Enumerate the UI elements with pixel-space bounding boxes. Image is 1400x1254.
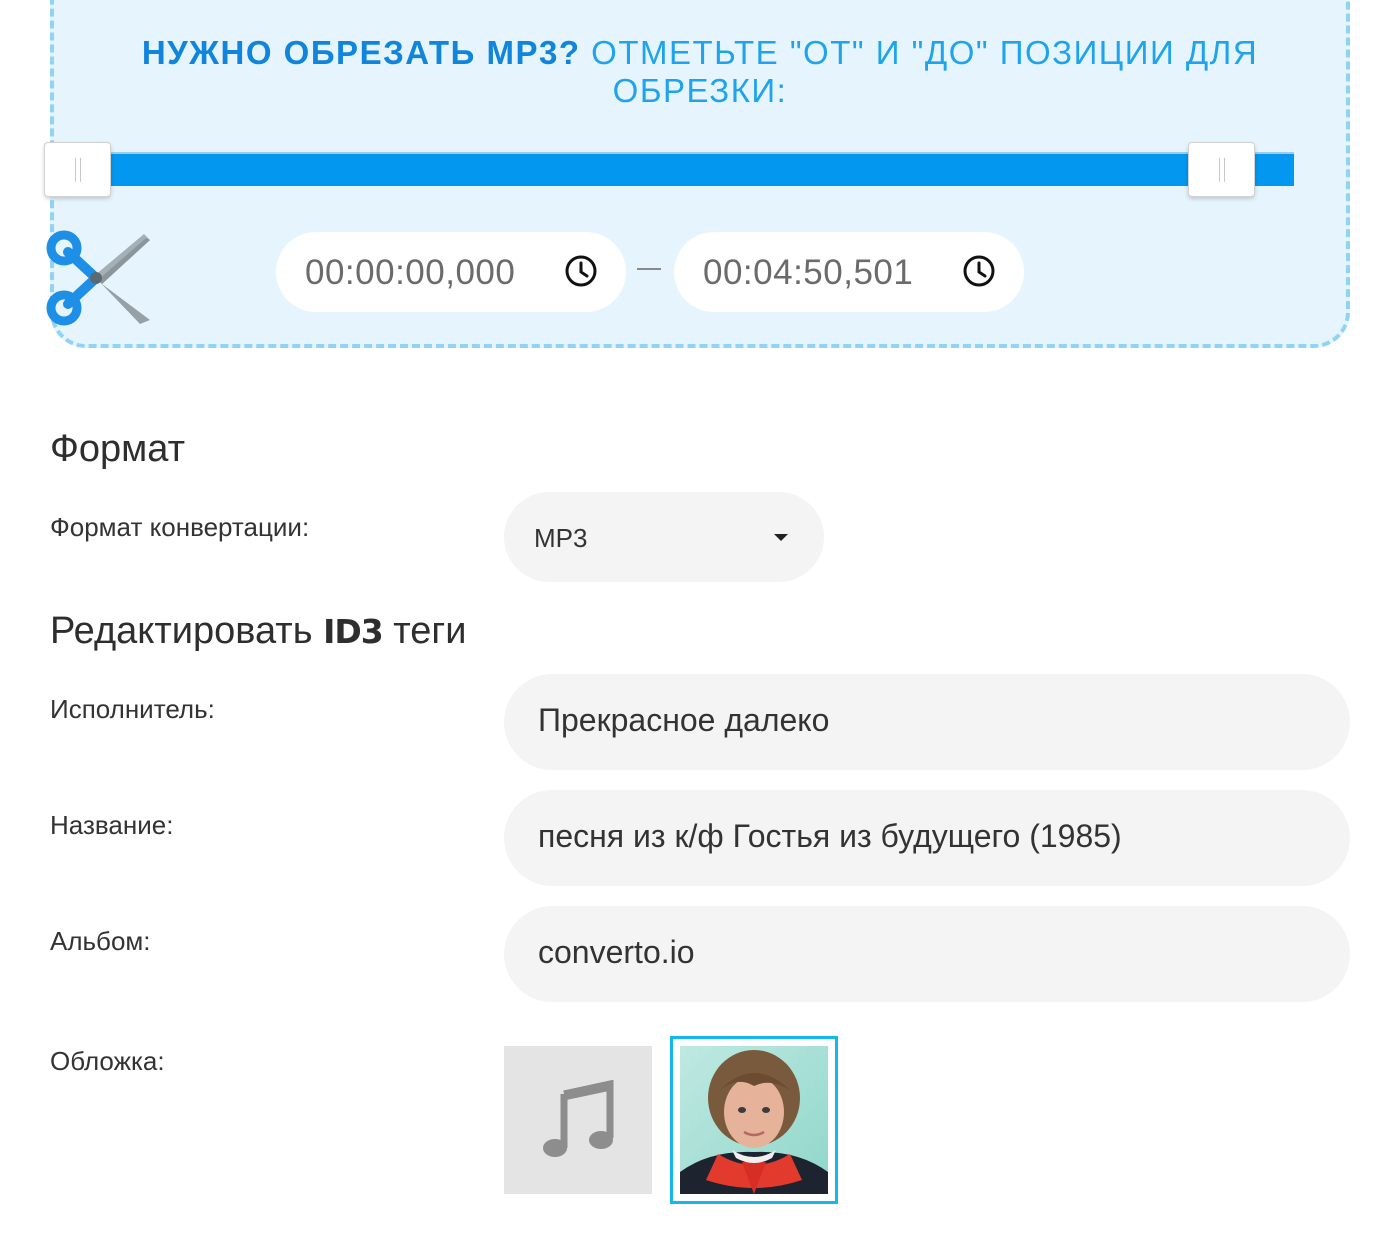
clock-icon[interactable] <box>962 254 996 288</box>
trim-range-track[interactable] <box>104 152 1294 186</box>
trim-start-handle[interactable] <box>44 142 111 197</box>
clock-icon[interactable] <box>564 254 598 288</box>
title-value: песня из к/ф Гостья из будущего (1985) <box>538 818 1122 854</box>
music-note-icon <box>543 1080 614 1157</box>
album-value: converto.io <box>538 934 695 970</box>
id3-title-after: теги <box>393 610 467 652</box>
format-select-value: MP3 <box>534 523 588 553</box>
cover-option-photo[interactable] <box>670 1036 838 1204</box>
format-label: Формат конвертации: <box>50 512 310 542</box>
trim-title-rest: ОТМЕТЬТЕ "ОТ" И "ДО" ПОЗИЦИИ ДЛЯ ОБРЕЗКИ… <box>591 34 1259 109</box>
artist-field[interactable]: Прекрасное далеко <box>504 674 1350 770</box>
trim-to-value: 00:04:50,501 <box>703 253 914 292</box>
title-label: Название: <box>50 810 174 840</box>
title-field[interactable]: песня из к/ф Гостья из будущего (1985) <box>504 790 1350 886</box>
cover-photo-image <box>680 1046 828 1194</box>
cover-option-default[interactable] <box>504 1046 652 1194</box>
id3-title-bold: ID3 <box>323 612 384 651</box>
trim-from-input[interactable]: 00:00:00,000 <box>276 232 626 312</box>
trim-end-handle[interactable] <box>1188 142 1255 197</box>
id3-section-title: Редактировать ID3 теги <box>50 610 466 653</box>
trim-to-input[interactable]: 00:04:50,501 <box>674 232 1024 312</box>
format-select[interactable]: MP3 <box>504 492 824 582</box>
scissors-icon <box>46 230 150 326</box>
caret-down-icon <box>774 534 788 541</box>
artist-value: Прекрасное далеко <box>538 702 830 738</box>
album-field[interactable]: converto.io <box>504 906 1350 1002</box>
format-section-title: Формат <box>50 428 185 470</box>
trim-title-strong: НУЖНО ОБРЕЗАТЬ MP3? <box>141 34 581 71</box>
album-label: Альбом: <box>50 926 151 956</box>
id3-title-before: Редактировать <box>50 610 313 652</box>
trim-from-value: 00:00:00,000 <box>305 253 516 292</box>
cover-label: Обложка: <box>50 1046 165 1076</box>
artist-label: Исполнитель: <box>50 694 215 724</box>
time-range-dash <box>637 268 661 270</box>
trim-title: НУЖНО ОБРЕЗАТЬ MP3? ОТМЕТЬТЕ "ОТ" И "ДО"… <box>54 34 1346 110</box>
